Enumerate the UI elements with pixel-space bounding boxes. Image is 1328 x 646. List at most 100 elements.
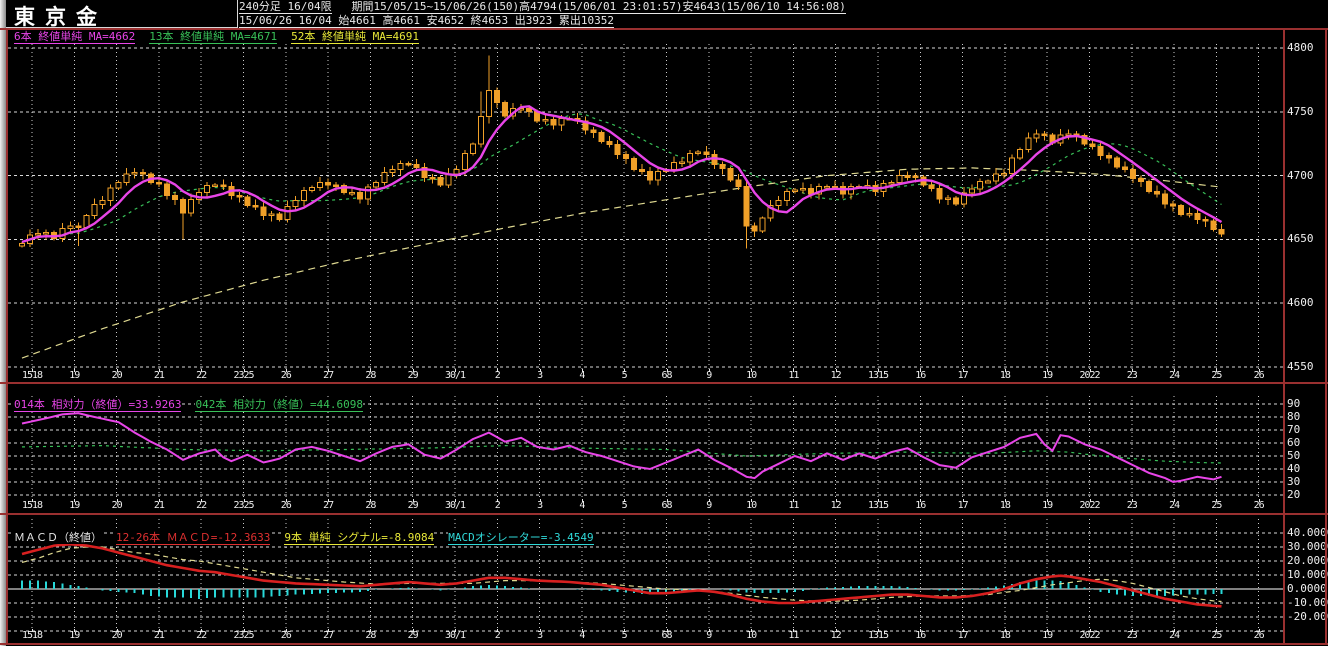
axis-tick-label: 20.0000 (1287, 554, 1328, 567)
date-label: 1315 (867, 500, 889, 511)
date-label: 11 (788, 370, 799, 381)
date-label: 2022 (1079, 370, 1100, 381)
date-label: 2 (494, 630, 501, 641)
date-label: 9 (706, 370, 712, 381)
date-label: 28 (365, 370, 376, 381)
ma-legend: 6本 終値単純 MA=4662 13本 終値単純 MA=4671 52本 終値単純 … (14, 30, 433, 44)
date-label: 10 (746, 630, 757, 641)
date-label: 2325 (233, 630, 254, 641)
axis-tick-label: 4750 (1287, 104, 1314, 118)
date-label: 25 (1211, 500, 1222, 511)
macd-legend: ＭＡＣＤ（終値） 12-26本 ＭＡＣＤ=-12.3633 9本 単純 シグナル=-… (14, 531, 608, 545)
date-label: 29 (407, 630, 419, 641)
date-label: 23 (1126, 370, 1138, 381)
date-label: 30/1 (444, 500, 466, 511)
date-label: 27 (323, 370, 334, 381)
panel-divider-1 (0, 382, 1328, 384)
date-label: 2325 (233, 370, 254, 381)
date-label: 26 (1253, 630, 1265, 641)
date-label: 1518 (21, 630, 43, 641)
date-label: 18 (999, 500, 1011, 511)
axis-tick-label: 10.0000 (1287, 568, 1328, 581)
date-label: 18 (999, 370, 1011, 381)
date-label: 19 (1042, 370, 1053, 381)
date-label: 12 (830, 370, 842, 381)
date-label: 5 (621, 500, 628, 511)
timeframe-contract-label: 240分足 16/04限 (239, 0, 332, 14)
ma-legend-item-1: 13本 終値単純 MA=4671 (149, 30, 278, 44)
date-label: 3 (537, 630, 543, 641)
date-label: 22 (196, 500, 207, 511)
date-label: 3 (537, 370, 543, 381)
chart-app: { "header": { "title": "東京金", "timeframe… (0, 0, 1328, 646)
date-label: 1518 (21, 370, 43, 381)
axis-tick-label: 4700 (1287, 168, 1314, 182)
date-label: 28 (365, 630, 376, 641)
date-label: 9 (706, 500, 712, 511)
date-label: 26 (280, 370, 292, 381)
date-label: 28 (365, 500, 376, 511)
date-label: 20 (111, 630, 123, 641)
date-label: 19 (69, 630, 80, 641)
axis-tick-label: 4600 (1287, 296, 1314, 310)
axis-tick-label: 20 (1287, 488, 1301, 501)
rsi-legend-item-0: 014本 相対力（終値）=33.9263 (14, 398, 182, 412)
date-label: 2022 (1079, 500, 1100, 511)
date-label: 4 (579, 370, 585, 381)
date-label: 30/1 (444, 370, 466, 381)
date-label: 12 (830, 500, 842, 511)
date-label: 30/1 (444, 630, 466, 641)
date-label: 10 (746, 370, 757, 381)
axis-tick-label: 40 (1287, 462, 1301, 475)
bottom-divider (0, 643, 1328, 645)
axis-tick-label: 30.0000 (1287, 540, 1328, 553)
date-label: 11 (788, 500, 799, 511)
date-label: 26 (1253, 370, 1265, 381)
date-label: 17 (957, 500, 969, 511)
macd-legend-item-2: 9本 単純 シグナル=-8.9084 (284, 531, 435, 545)
instrument-title: 東京金 (14, 5, 107, 29)
axis-tick-label: 60 (1287, 436, 1301, 449)
date-label: 27 (323, 500, 334, 511)
date-label: 29 (407, 370, 419, 381)
date-label: 19 (1042, 630, 1053, 641)
axis-tick-label: 40.0000 (1287, 526, 1328, 539)
rsi-legend: 014本 相対力（終値）=33.9263 042本 相対力（終値）=44.6098 (14, 398, 377, 412)
axis-tick-label: 90 (1287, 397, 1301, 410)
date-label: 23 (1126, 630, 1138, 641)
date-label: 11 (788, 630, 799, 641)
date-label: 9 (706, 630, 712, 641)
date-label: 22 (196, 630, 207, 641)
date-label: 68 (661, 500, 672, 511)
date-label: 16 (915, 630, 926, 641)
chart-frame-left (6, 28, 8, 645)
chart-info-line2: 15/06/26 16/04 始4661 高4661 安4652 終4653 出… (239, 14, 1328, 28)
axis-tick-label: -20.0000 (1287, 610, 1328, 623)
date-label: 1518 (21, 500, 43, 511)
chart-info-line1: 240分足 16/04限 期間15/05/15~15/06/26(150)高47… (239, 0, 1328, 14)
date-axis-main: 1518 19 20 21 22 2325 26 27 28 29 30/1 2 3 4 5 68 9 10 11 1… (8, 369, 1283, 382)
date-label: 19 (69, 500, 80, 511)
date-label: 3 (537, 500, 543, 511)
ma-legend-item-0: 6本 終値単純 MA=4662 (14, 30, 136, 44)
date-label: 27 (323, 630, 334, 641)
date-label: 26 (280, 500, 292, 511)
date-label: 21 (153, 500, 165, 511)
date-label: 17 (957, 630, 969, 641)
date-label: 1315 (867, 370, 889, 381)
axis-tick-label: 50 (1287, 449, 1301, 462)
date-label: 5 (621, 630, 628, 641)
date-label: 19 (1042, 500, 1053, 511)
period-range-label: 期間15/05/15~15/06/26(150)高4794(15/06/01 2… (351, 0, 846, 14)
date-label: 2325 (233, 500, 254, 511)
axis-tick-label: -10.0000 (1287, 596, 1328, 609)
axis-tick-label: 80 (1287, 410, 1301, 423)
date-label: 19 (69, 370, 80, 381)
candlestick-chart[interactable] (8, 44, 1283, 369)
date-axis-macd: 1518 19 20 21 22 2325 26 27 28 29 30/1 2 3 4 5 68 9 10 11 1… (8, 629, 1283, 642)
date-label: 16 (915, 500, 926, 511)
date-label: 18 (999, 630, 1011, 641)
chart-frame-right (1283, 28, 1285, 645)
axis-tick-label: 0.0000 (1287, 582, 1327, 595)
rsi-legend-item-1: 042本 相対力（終値）=44.6098 (195, 398, 363, 412)
